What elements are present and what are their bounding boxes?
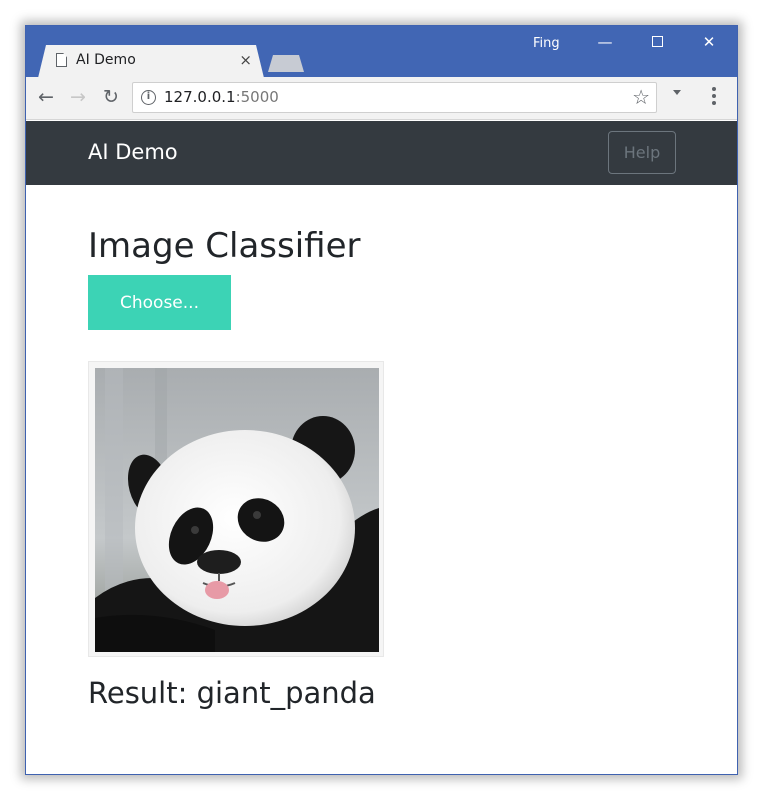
browser-tab[interactable]: AI Demo × — [38, 45, 264, 78]
result-text: Result: giant_panda — [88, 676, 376, 710]
star-icon[interactable]: ☆ — [632, 85, 650, 109]
info-icon[interactable]: i — [141, 90, 156, 105]
address-bar[interactable]: i 127.0.0.1:5000 ☆ — [132, 82, 657, 113]
vertical-dots-icon[interactable] — [712, 87, 716, 107]
page-title: Image Classifier — [88, 226, 361, 266]
maximize-icon — [651, 35, 663, 47]
profile-name[interactable]: Fing — [533, 36, 560, 51]
tab-title: AI Demo — [76, 52, 136, 68]
minimize-button[interactable]: — — [582, 28, 628, 56]
reload-icon[interactable]: ↻ — [99, 85, 123, 109]
new-tab-button[interactable] — [268, 55, 304, 72]
arrow-right-icon[interactable]: → — [66, 85, 90, 109]
browser-toolbar: ← → ↻ i 127.0.0.1:5000 ☆ — [26, 77, 737, 120]
panda-image — [95, 368, 379, 652]
url-host: 127.0.0.1 — [164, 88, 236, 106]
navbar: AI Demo Help — [26, 121, 737, 185]
browser-window: AI Demo × Fing — ✕ ← → ↻ i 127.0.0.1:500… — [25, 25, 738, 775]
dropdown-icon[interactable] — [673, 90, 681, 95]
maximize-button[interactable] — [634, 28, 680, 56]
title-bar: AI Demo × Fing — ✕ — [26, 26, 737, 78]
navbar-brand[interactable]: AI Demo — [88, 140, 178, 164]
help-button[interactable]: Help — [608, 131, 676, 174]
url-text[interactable]: 127.0.0.1:5000 — [164, 88, 279, 106]
choose-file-button[interactable]: Choose... — [88, 275, 231, 330]
tab-close-icon[interactable]: × — [239, 51, 252, 69]
image-preview — [88, 361, 384, 657]
url-port: :5000 — [235, 88, 279, 106]
arrow-left-icon[interactable]: ← — [34, 85, 58, 109]
close-window-button[interactable]: ✕ — [686, 28, 732, 56]
page-icon — [56, 53, 67, 67]
